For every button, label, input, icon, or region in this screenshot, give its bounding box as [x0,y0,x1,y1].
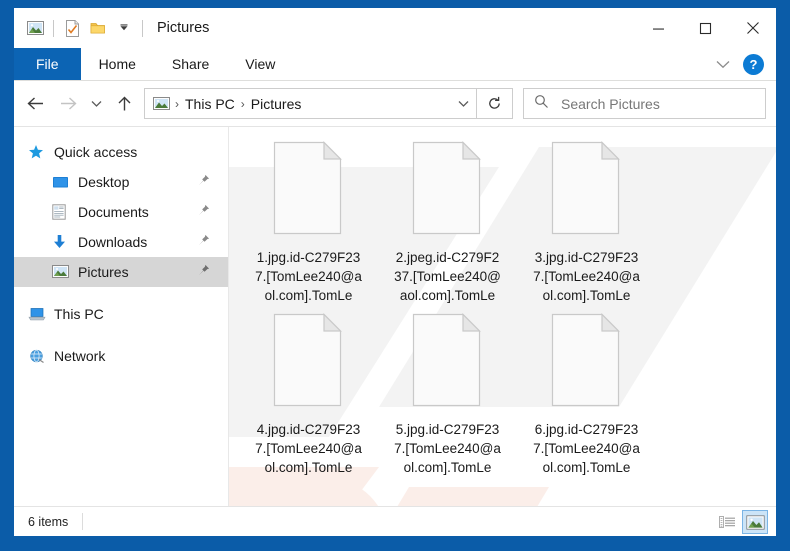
file-item-2[interactable]: 2.jpeg.id-C279F237.[TomLee240@aol.com].T… [378,141,517,305]
desktop-icon [52,175,74,190]
tab-file[interactable]: File [14,48,81,80]
pin-icon-documents[interactable] [198,203,210,221]
documents-icon [52,204,74,220]
sidebar-item-quick-access[interactable]: Quick access [14,137,228,167]
up-button[interactable] [108,88,140,120]
back-button[interactable] [20,88,52,120]
generic-file-icon [411,313,485,413]
file-list-pane[interactable]: 1.jpg.id-C279F237.[TomLee240@aol.com].To… [229,127,776,506]
new-folder-icon[interactable] [85,15,111,41]
file-name-2: 2.jpeg.id-C279F237.[TomLee240@aol.com].T… [394,250,501,303]
file-item-1[interactable]: 1.jpg.id-C279F237.[TomLee240@aol.com].To… [239,141,378,305]
sidebar-label-documents: Documents [78,204,149,220]
navigation-pane: Quick access Desktop Documents Downloads… [14,127,229,506]
sidebar-item-network[interactable]: Network [14,341,228,371]
file-item-6[interactable]: 6.jpg.id-C279F237.[TomLee240@aol.com].To… [517,313,656,477]
recent-locations-chevron-icon[interactable] [84,88,108,120]
breadcrumb-pictures-icon [153,96,170,111]
help-button[interactable]: ? [743,54,764,75]
pictures-icon [52,265,74,279]
sidebar-label-desktop: Desktop [78,174,130,190]
pictures-folder-icon[interactable] [22,15,48,41]
details-view-button[interactable] [714,510,740,534]
breadcrumb-separator-1[interactable]: › [238,97,248,111]
file-item-5[interactable]: 5.jpg.id-C279F237.[TomLee240@aol.com].To… [378,313,517,477]
window-title: Pictures [157,20,210,36]
sidebar-item-this-pc[interactable]: This PC [14,299,228,329]
maximize-button[interactable] [682,8,729,48]
sidebar-label-network: Network [54,348,106,364]
address-dropdown-chevron-icon[interactable] [450,89,476,118]
downloads-icon [52,234,74,250]
explorer-window: Pictures File Home Share View ? › This P… [14,8,776,536]
pin-icon-downloads[interactable] [198,233,210,251]
sidebar-item-downloads[interactable]: Downloads [14,227,228,257]
window-controls [635,8,776,48]
pin-icon-pictures[interactable] [198,263,210,281]
view-toggle-group [714,507,768,537]
generic-file-icon [550,141,624,241]
close-button[interactable] [729,8,776,48]
item-count-label: 6 items [28,514,69,529]
large-icons-view-button[interactable] [742,510,768,534]
generic-file-icon [550,313,624,413]
status-bar: 6 items [14,506,776,536]
tab-share[interactable]: Share [154,48,227,80]
file-grid: 1.jpg.id-C279F237.[TomLee240@aol.com].To… [229,127,776,485]
minimize-button[interactable] [635,8,682,48]
file-item-3[interactable]: 3.jpg.id-C279F237.[TomLee240@aol.com].To… [517,141,656,305]
sidebar-item-pictures[interactable]: Pictures [14,257,228,287]
breadcrumb-pictures[interactable]: Pictures [248,96,305,112]
file-item-4[interactable]: 4.jpg.id-C279F237.[TomLee240@aol.com].To… [239,313,378,477]
generic-file-icon [272,141,346,241]
ribbon-tabs: File Home Share View ? [14,48,776,81]
file-name-1: 1.jpg.id-C279F237.[TomLee240@aol.com].To… [255,250,362,303]
title-bar: Pictures [14,8,776,48]
expand-ribbon-chevron-icon[interactable] [709,51,737,79]
customize-quick-access-chevron-icon[interactable] [111,15,137,41]
generic-file-icon [411,141,485,241]
sidebar-label-pictures: Pictures [78,264,129,280]
tab-home[interactable]: Home [81,48,154,80]
qat-separator-1 [53,19,54,37]
sidebar-gap-1 [14,287,228,299]
file-name-4: 4.jpg.id-C279F237.[TomLee240@aol.com].To… [255,422,362,475]
this-pc-icon [28,307,50,322]
sidebar-label-this-pc: This PC [54,306,104,322]
ribbon-right-controls: ? [709,48,772,81]
explorer-body: Quick access Desktop Documents Downloads… [14,126,776,506]
sidebar-gap-2 [14,329,228,341]
address-path-field[interactable]: › This PC › Pictures [144,88,477,119]
status-separator [82,513,84,530]
file-name-5: 5.jpg.id-C279F237.[TomLee240@aol.com].To… [394,422,501,475]
sidebar-label-downloads: Downloads [78,234,148,250]
refresh-button[interactable] [477,88,513,119]
sidebar-item-desktop[interactable]: Desktop [14,167,228,197]
search-box[interactable]: Search Pictures [523,88,766,119]
network-icon [28,349,50,364]
address-bar: › This PC › Pictures Search Pictures [14,81,776,126]
pin-icon-desktop[interactable] [198,173,210,191]
file-name-3: 3.jpg.id-C279F237.[TomLee240@aol.com].To… [533,250,640,303]
sidebar-label-quick-access: Quick access [54,144,138,160]
forward-button[interactable] [52,88,84,120]
generic-file-icon [272,313,346,413]
search-input-placeholder[interactable]: Search Pictures [561,96,660,112]
properties-icon[interactable] [59,15,85,41]
qat-separator-2 [142,19,143,37]
file-name-6: 6.jpg.id-C279F237.[TomLee240@aol.com].To… [533,422,640,475]
quick-access-toolbar: Pictures [14,15,209,41]
sidebar-item-documents[interactable]: Documents [14,197,228,227]
tab-view[interactable]: View [227,48,293,80]
star-icon [28,144,50,160]
breadcrumb-this-pc[interactable]: This PC [182,96,238,112]
search-icon [534,94,549,114]
breadcrumb-separator-0[interactable]: › [172,97,182,111]
